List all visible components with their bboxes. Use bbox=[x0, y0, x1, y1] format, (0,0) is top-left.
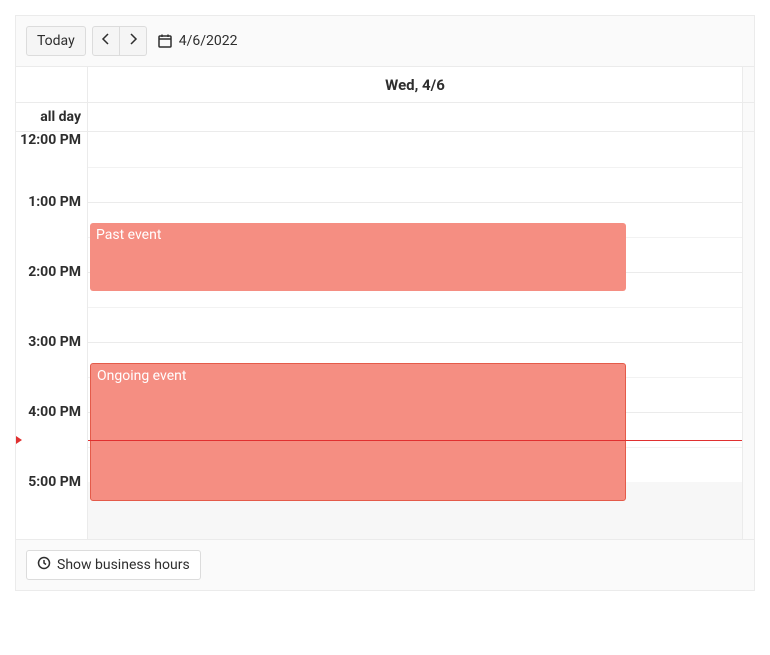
chevron-left-icon bbox=[101, 33, 111, 49]
half-hour-divider bbox=[88, 167, 742, 168]
next-button[interactable] bbox=[120, 26, 147, 56]
chevron-right-icon bbox=[128, 33, 138, 49]
date-picker-value: 4/6/2022 bbox=[179, 33, 238, 49]
date-picker[interactable]: 4/6/2022 bbox=[153, 33, 238, 49]
hour-label: 2:00 PM bbox=[28, 264, 81, 280]
hour-label: 4:00 PM bbox=[28, 404, 81, 420]
all-day-label-cell: all day bbox=[16, 103, 88, 131]
today-button[interactable]: Today bbox=[26, 26, 86, 56]
scheduler: Today 4/6/20 bbox=[15, 15, 755, 591]
header-gutter bbox=[16, 67, 88, 102]
time-gutter: 12:00 PM 1:00 PM 2:00 PM 3:00 PM 4:00 PM 5:00… bbox=[16, 132, 88, 539]
all-day-label: all day bbox=[40, 109, 81, 125]
clock-icon bbox=[37, 556, 51, 574]
business-hours-toggle-label: Show business hours bbox=[57, 557, 190, 573]
all-day-cell[interactable] bbox=[88, 103, 742, 131]
calendar-event[interactable]: Ongoing event bbox=[90, 363, 626, 501]
business-hours-toggle[interactable]: Show business hours bbox=[26, 550, 201, 580]
calendar-icon bbox=[157, 33, 173, 49]
hour-label: 1:00 PM bbox=[28, 194, 81, 210]
day-column-header: Wed, 4/6 bbox=[88, 67, 742, 102]
current-time-indicator bbox=[88, 440, 742, 441]
hour-divider bbox=[88, 342, 742, 343]
day-column-header-label: Wed, 4/6 bbox=[385, 76, 445, 94]
hour-label: 3:00 PM bbox=[28, 334, 81, 350]
all-day-row: all day bbox=[16, 103, 754, 132]
hour-label: 5:00 PM bbox=[28, 474, 81, 490]
hour-label: 12:00 PM bbox=[20, 132, 81, 148]
footer: Show business hours bbox=[16, 539, 754, 590]
scrollbar-spacer bbox=[742, 67, 754, 102]
nav-button-group bbox=[92, 26, 147, 56]
time-grid: 12:00 PM 1:00 PM 2:00 PM 3:00 PM 4:00 PM 5:00… bbox=[16, 132, 754, 539]
toolbar: Today 4/6/20 bbox=[16, 16, 754, 67]
calendar-event[interactable]: Past event bbox=[90, 223, 626, 291]
scrollbar-spacer bbox=[742, 103, 754, 131]
prev-button[interactable] bbox=[92, 26, 120, 56]
calendar-event-title: Past event bbox=[96, 227, 161, 243]
hour-divider bbox=[88, 202, 742, 203]
half-hour-divider bbox=[88, 307, 742, 308]
calendar-event-title: Ongoing event bbox=[97, 368, 186, 384]
column-header-row: Wed, 4/6 bbox=[16, 67, 754, 103]
scrollbar[interactable] bbox=[742, 132, 754, 539]
time-grid-body[interactable]: Past event Ongoing event bbox=[88, 132, 742, 539]
today-button-label: Today bbox=[37, 33, 75, 49]
current-time-caret-icon bbox=[16, 436, 22, 444]
